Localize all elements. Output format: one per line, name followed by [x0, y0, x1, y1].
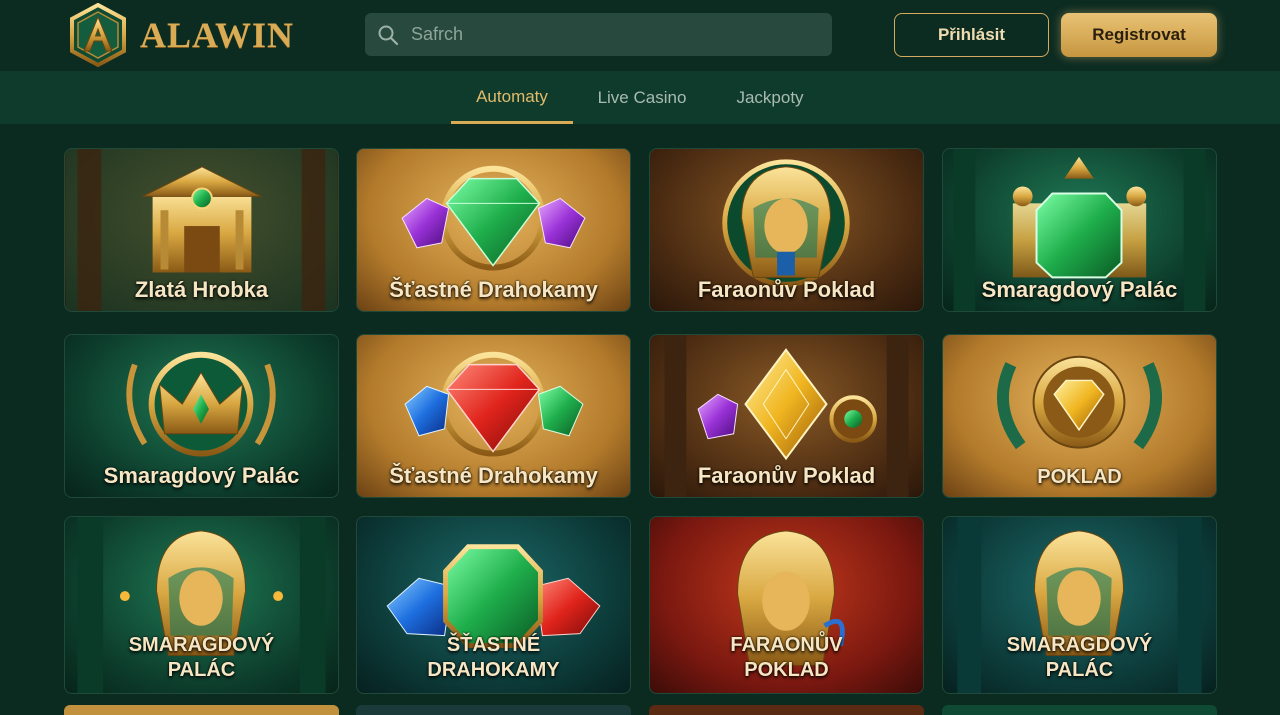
game-title-line: FARAONŮV [730, 634, 843, 656]
search-icon [378, 25, 399, 45]
game-title: FARAONŮV POKLAD [650, 633, 923, 683]
game-card[interactable]: Smaragdový Palác [64, 334, 339, 498]
game-title-line: DRAHOKAMY [427, 659, 560, 681]
game-card[interactable]: Smaragdový Palác [942, 148, 1217, 312]
tab-automaty[interactable]: Automaty [451, 72, 573, 124]
game-title-line: SMARAGDOVÝ [1006, 634, 1153, 656]
game-title: Zlatá Hrobka [134, 277, 269, 302]
game-title: Faraonův Poklad [697, 277, 876, 302]
game-card[interactable]: SMARAGDOVÝ PALÁC [942, 516, 1217, 694]
alawin-emblem-icon [70, 3, 126, 67]
category-tabs: Automaty Live Casino Jackpoty [0, 72, 1280, 124]
game-card[interactable]: ŠŤASTNÉ DRAHOKAMY [356, 516, 631, 694]
game-title-line: POKLAD [744, 659, 829, 681]
game-card[interactable]: Šťastné Drahokamy [356, 334, 631, 498]
game-card[interactable]: Faraonův Poklad [649, 148, 924, 312]
search-input[interactable] [411, 24, 832, 45]
game-title: Šťastné Drahokamy [389, 277, 598, 302]
game-title-line: PALÁC [1045, 659, 1114, 681]
top-header: ALAWIN Přihlásit Registrovat [0, 0, 1280, 72]
game-title: ŠŤASTNÉ DRAHOKAMY [357, 633, 630, 683]
tab-jackpoty[interactable]: Jackpoty [711, 72, 829, 124]
game-title: SMARAGDOVÝ PALÁC [65, 633, 338, 683]
register-button[interactable]: Registrovat [1061, 13, 1217, 57]
logo-text: ALAWIN [140, 15, 295, 55]
game-title: SMARAGDOVÝ PALÁC [943, 633, 1216, 683]
site-logo[interactable]: ALAWIN [66, 3, 294, 67]
game-card[interactable]: Faraonův Poklad [649, 334, 924, 498]
game-title: Faraonův Poklad [697, 463, 876, 488]
game-title-line: PALÁC [167, 659, 236, 681]
game-title: Smaragdový Palác [103, 463, 300, 488]
game-title-line: SMARAGDOVÝ [128, 634, 275, 656]
tab-live-casino[interactable]: Live Casino [573, 72, 711, 124]
game-title: Šťastné Drahokamy [389, 463, 598, 488]
game-card[interactable]: Šťastné Drahokamy [356, 148, 631, 312]
search-bar[interactable] [365, 13, 832, 56]
game-title: POKLAD [1037, 466, 1122, 488]
game-title-line: ŠŤASTNÉ [446, 634, 541, 656]
game-title: Smaragdový Palác [981, 277, 1178, 302]
game-card[interactable]: SMARAGDOVÝ PALÁC [64, 516, 339, 694]
game-card[interactable]: FARAONŮV POKLAD [649, 516, 924, 694]
game-card[interactable]: Zlatá Hrobka [64, 148, 339, 312]
login-button[interactable]: Přihlásit [894, 13, 1049, 57]
game-card[interactable]: POKLAD [942, 334, 1217, 498]
